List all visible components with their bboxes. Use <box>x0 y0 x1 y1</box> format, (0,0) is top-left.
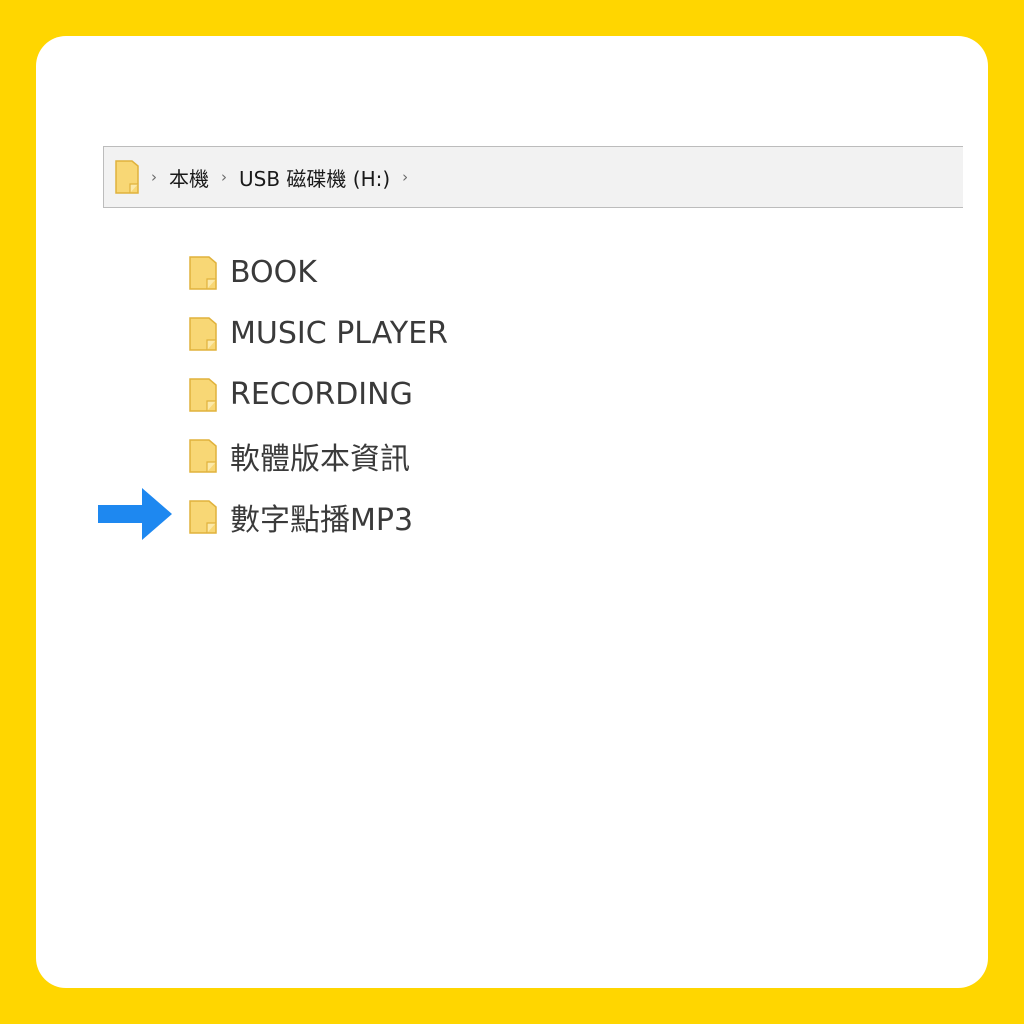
file-list: BOOK MUSIC PLAYER RECORDING 軟體版本資訊 數字點播M… <box>189 242 448 547</box>
file-name: RECORDING <box>230 377 413 412</box>
breadcrumb-item-usb-drive[interactable]: USB 磁碟機 (H:) <box>239 163 390 192</box>
file-name: 數字點播MP3 <box>230 502 414 538</box>
list-item-recording[interactable]: RECORDING <box>189 364 448 425</box>
file-name: BOOK <box>230 255 317 290</box>
folder-icon <box>189 255 217 290</box>
folder-icon <box>189 316 217 351</box>
file-name: MUSIC PLAYER <box>230 316 449 351</box>
folder-icon <box>189 499 217 534</box>
list-item-book[interactable]: BOOK <box>189 242 448 303</box>
chevron-right-icon[interactable]: › <box>221 169 227 185</box>
breadcrumb-item-this-pc[interactable]: 本機 <box>169 163 209 192</box>
list-item-software-version-info[interactable]: 軟體版本資訊 <box>189 425 448 486</box>
chevron-right-icon[interactable]: › <box>151 169 157 185</box>
address-bar[interactable]: › 本機 › USB 磁碟機 (H:) › <box>103 146 963 208</box>
list-item-digital-mp3[interactable]: 數字點播MP3 <box>189 486 448 547</box>
folder-icon <box>189 377 217 412</box>
chevron-right-icon[interactable]: › <box>402 169 408 185</box>
list-item-music-player[interactable]: MUSIC PLAYER <box>189 303 448 364</box>
folder-icon <box>189 438 217 473</box>
arrow-right-icon <box>98 488 172 544</box>
folder-icon <box>115 160 139 194</box>
file-name: 軟體版本資訊 <box>230 441 410 477</box>
